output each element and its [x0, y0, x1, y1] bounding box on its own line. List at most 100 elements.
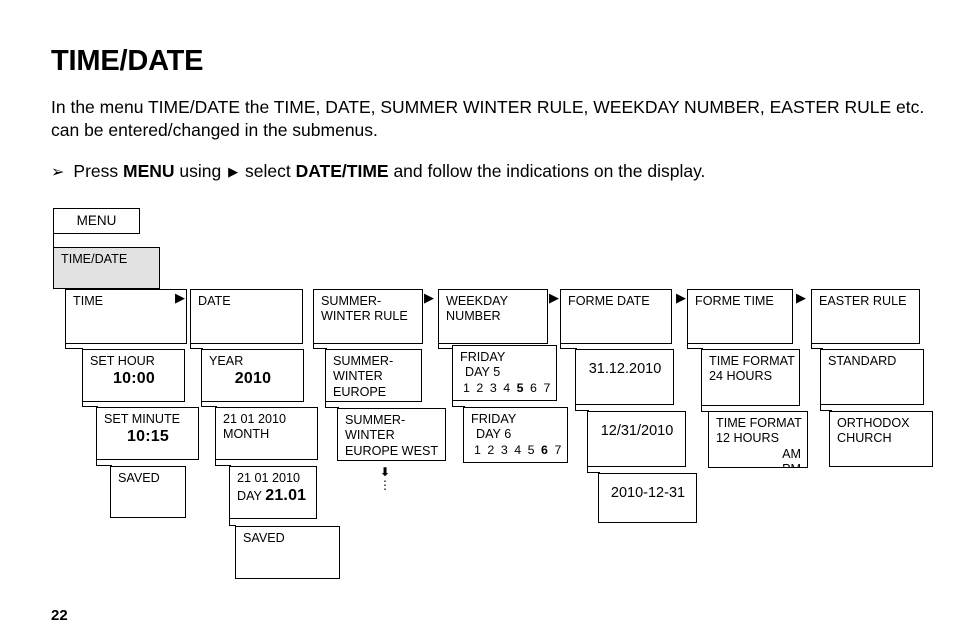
node-label: DAY — [237, 489, 266, 504]
node-value: 2010 — [234, 370, 272, 388]
down-arrow-icon: ⬇ — [379, 465, 391, 479]
node-label-line1: SUMMER- — [333, 354, 394, 368]
node-date-saved[interactable]: SAVED — [235, 526, 340, 579]
node-label-line2: 12 HOURS — [716, 431, 779, 446]
node-label-line1: FRIDAY — [471, 412, 517, 426]
node-label-line2: NUMBER — [446, 309, 501, 324]
node-label-line2: DAY 6 — [476, 427, 512, 442]
weekday-number-5[interactable]: 5 — [528, 443, 541, 457]
node-spacer — [583, 354, 667, 361]
node-weekday-number-header[interactable]: WEEKDAY NUMBER — [438, 289, 548, 344]
node-forme-date-header[interactable]: FORME DATE — [560, 289, 672, 344]
weekday-number-strip[interactable]: 1234567 — [471, 443, 561, 458]
node-value: 31.12.2010 — [588, 361, 662, 377]
node-friday-day5[interactable]: FRIDAY DAY 5 1234567 — [452, 345, 557, 401]
node-label: EASTER RULE — [819, 294, 907, 308]
weekday-number-6[interactable]: 6 — [530, 381, 543, 395]
node-value: 21.01 — [265, 487, 307, 505]
node-label: FORME DATE — [568, 294, 650, 308]
node-easter-standard[interactable]: STANDARD — [820, 349, 924, 405]
connector-menu-to-root — [53, 234, 55, 247]
page-number: 22 — [51, 607, 68, 624]
node-label-line1: TIME FORMAT — [716, 416, 802, 430]
node-summer-winter-rule-header[interactable]: SUMMER- WINTER RULE — [313, 289, 423, 344]
node-easter-rule-header[interactable]: EASTER RULE — [811, 289, 920, 344]
node-value: 10:15 — [127, 428, 169, 446]
node-set-hour[interactable]: SET HOUR 10:00 — [82, 349, 185, 402]
node-spacer — [595, 416, 679, 423]
weekday-number-7[interactable]: 7 — [543, 381, 556, 395]
arrow-date-to-summer-winter-icon: ▶ — [424, 291, 434, 306]
node-forme-time-header[interactable]: FORME TIME — [687, 289, 793, 344]
node-label-line1: WEEKDAY — [446, 294, 509, 308]
node-label: SET HOUR — [90, 354, 155, 368]
node-day[interactable]: 21 01 2010 DAY 21.01 — [229, 466, 317, 519]
node-label-line1: SUMMER- — [321, 294, 382, 308]
node-month[interactable]: 21 01 2010 MONTH — [215, 407, 318, 460]
weekday-number-7[interactable]: 7 — [554, 443, 567, 457]
node-am-label: AM — [782, 446, 801, 461]
node-label: SET MINUTE — [104, 412, 181, 426]
weekday-number-3[interactable]: 3 — [490, 381, 503, 395]
node-label: SAVED — [118, 471, 160, 485]
node-value: 10:00 — [113, 370, 155, 388]
node-label-line1: ORTHODOX — [837, 416, 910, 430]
arrow-summer-winter-to-weekday-icon: ▶ — [549, 291, 559, 306]
weekday-number-1[interactable]: 1 — [474, 443, 487, 457]
weekday-number-6[interactable]: 6 — [541, 443, 554, 457]
node-label: SAVED — [243, 531, 285, 545]
node-value: 12/31/2010 — [600, 423, 674, 439]
node-label-line2: WINTER — [333, 369, 383, 384]
weekday-number-2[interactable]: 2 — [487, 443, 500, 457]
node-year[interactable]: YEAR 2010 — [201, 349, 304, 402]
node-time-format-24[interactable]: TIME FORMAT 24 HOURS — [701, 349, 800, 406]
node-label: TIME — [73, 294, 104, 308]
node-label: YEAR — [209, 354, 244, 368]
node-easter-orthodox-church[interactable]: ORTHODOX CHURCH — [829, 411, 933, 467]
node-time-format-12[interactable]: TIME FORMAT 12 HOURS AM PM — [708, 411, 808, 468]
weekday-number-2[interactable]: 2 — [476, 381, 489, 395]
arrow-time-to-date-icon: ▶ — [175, 291, 185, 306]
weekday-number-1[interactable]: 1 — [463, 381, 476, 395]
node-value: 2010-12-31 — [610, 485, 686, 501]
node-context-date: 21 01 2010 — [237, 471, 301, 485]
node-spacer — [606, 478, 690, 485]
more-items-indicator: ⬇ ⋮ — [376, 466, 394, 491]
arrow-weekday-to-forme-date-icon: ▶ — [676, 291, 686, 306]
node-label: DATE — [198, 294, 231, 308]
node-label: FORME TIME — [695, 294, 774, 308]
node-time-header[interactable]: TIME — [65, 289, 187, 344]
weekday-number-4[interactable]: 4 — [503, 381, 516, 395]
menu-button[interactable]: MENU — [53, 208, 140, 234]
vertical-ellipsis-icon: ⋮ — [379, 478, 391, 492]
node-label: TIME/DATE — [61, 252, 128, 266]
menu-tree-diagram: MENU TIME/DATE TIME ▶ DATE ▶ SUMMER- WIN… — [0, 0, 954, 643]
node-label-line2: WINTER RULE — [321, 309, 408, 324]
node-time-saved[interactable]: SAVED — [110, 466, 186, 518]
node-label-line1: FRIDAY — [460, 350, 506, 364]
node-time-date-root[interactable]: TIME/DATE — [53, 247, 160, 289]
node-label: MONTH — [223, 427, 270, 442]
node-date-format-dot[interactable]: 31.12.2010 — [575, 349, 674, 405]
weekday-number-4[interactable]: 4 — [514, 443, 527, 457]
node-date-format-iso[interactable]: 2010-12-31 — [598, 473, 697, 523]
node-summer-winter-europe[interactable]: SUMMER- WINTER EUROPE — [325, 349, 422, 402]
node-label-line2: 24 HOURS — [709, 369, 772, 384]
node-set-minute[interactable]: SET MINUTE 10:15 — [96, 407, 199, 460]
node-label-line3: EUROPE WEST — [345, 443, 439, 458]
node-friday-day6[interactable]: FRIDAY DAY 6 1234567 — [463, 407, 568, 463]
node-context-date: 21 01 2010 — [223, 412, 287, 426]
node-date-header[interactable]: DATE — [190, 289, 303, 344]
node-label-line2: WINTER — [345, 428, 395, 443]
weekday-number-strip[interactable]: 1234567 — [460, 381, 550, 396]
node-label-line2: DAY 5 — [465, 365, 501, 380]
node-label: STANDARD — [828, 354, 897, 368]
weekday-number-3[interactable]: 3 — [501, 443, 514, 457]
node-label-line1: SUMMER- — [345, 413, 406, 427]
arrow-forme-date-to-forme-time-icon: ▶ — [796, 291, 806, 306]
node-label-line2: CHURCH — [837, 431, 892, 446]
node-date-format-slash[interactable]: 12/31/2010 — [587, 411, 686, 467]
node-day-value-line: DAY 21.01 — [237, 486, 310, 506]
node-summer-winter-europe-west[interactable]: SUMMER- WINTER EUROPE WEST — [337, 408, 446, 461]
weekday-number-5[interactable]: 5 — [517, 381, 530, 395]
